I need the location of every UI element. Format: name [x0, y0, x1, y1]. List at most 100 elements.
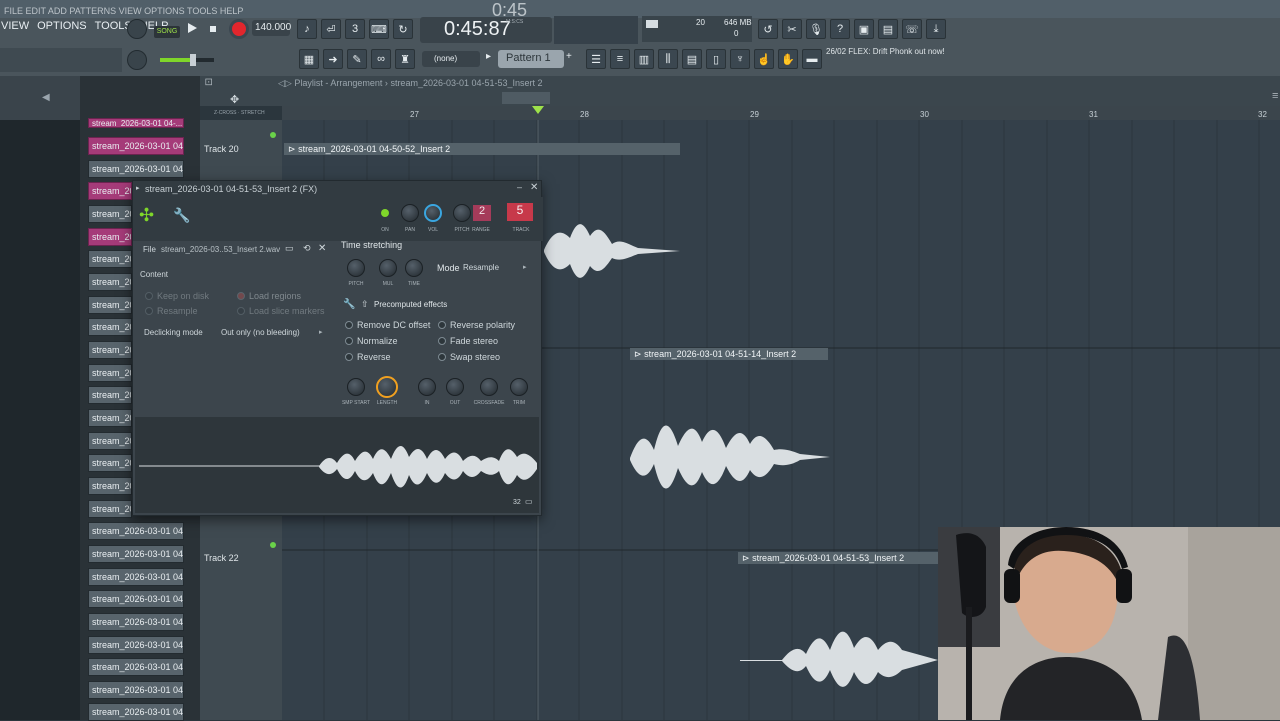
- zoom-icon[interactable]: ▭: [525, 497, 533, 506]
- picker-clip-item[interactable]: stream_202: [88, 341, 132, 359]
- play-button[interactable]: [184, 20, 200, 36]
- stamp-button[interactable]: ♜: [395, 49, 415, 69]
- normalize-radio[interactable]: Normalize: [345, 336, 398, 346]
- trim-knob[interactable]: [510, 378, 528, 396]
- zoom-move-icon[interactable]: ✥: [230, 93, 239, 106]
- waveform-preview[interactable]: 32 ▭: [135, 417, 539, 513]
- pan-knob[interactable]: [401, 204, 419, 222]
- stop-button[interactable]: [206, 22, 220, 36]
- clip-header-1[interactable]: ⊳ stream_2026-03-01 04-50-52_Insert 2: [284, 143, 680, 155]
- tempo-display[interactable]: 140.000: [252, 20, 291, 36]
- record-button[interactable]: [229, 19, 249, 39]
- download-button[interactable]: ⤓: [926, 19, 946, 39]
- picker-clip-item[interactable]: stream_202: [88, 182, 132, 200]
- picker-clip-item[interactable]: stream_202: [88, 205, 132, 223]
- fade-stereo-radio[interactable]: Fade stereo: [438, 336, 498, 346]
- picker-clip-item[interactable]: stream_202: [88, 386, 132, 404]
- mixer-view-button[interactable]: ⫼: [658, 49, 678, 69]
- picker-clip-item[interactable]: stream_202: [88, 500, 132, 518]
- picker-clip-item[interactable]: stream_202: [88, 477, 132, 495]
- waveform-tab-icon[interactable]: ✣: [139, 205, 154, 226]
- piano-roll-button[interactable]: ≡: [610, 49, 630, 69]
- track-22-label[interactable]: Track 22: [204, 553, 239, 563]
- channel-rack-button[interactable]: ▥: [634, 49, 654, 69]
- song-position-slider[interactable]: [554, 16, 638, 44]
- timeline-ruler[interactable]: 27 28 29 30 31 32: [282, 106, 1280, 120]
- ts-time-knob[interactable]: [405, 259, 423, 277]
- picker-clip-item[interactable]: stream_202: [88, 318, 132, 336]
- master-volume-handle[interactable]: [190, 54, 196, 66]
- clip-header-2[interactable]: ⊳ stream_2026-03-01 04-51-14_Insert 2: [630, 348, 828, 360]
- track-display[interactable]: 5: [507, 203, 533, 221]
- crossfade-knob[interactable]: [480, 378, 498, 396]
- fx-title-bar[interactable]: ▸ stream_2026-03-01 04-51-53_Insert 2 (F…: [133, 181, 541, 197]
- picker-clip-item[interactable]: stream_202: [88, 432, 132, 450]
- wrench-tab-icon[interactable]: 🔧: [173, 207, 190, 224]
- picker-clip-item[interactable]: stream_2026-03-01 04-...: [88, 137, 184, 155]
- news-panel[interactable]: 26/02 FLEX: Drift Phonk out now!: [826, 47, 946, 71]
- picker-clip-item[interactable]: stream_202: [88, 250, 132, 268]
- pattern-prev-arrow[interactable]: ▸: [486, 51, 496, 67]
- cut-button[interactable]: ✂: [782, 19, 802, 39]
- swap-stereo-radio[interactable]: Swap stereo: [438, 352, 500, 362]
- load-slice-markers-radio[interactable]: Load slice markers: [237, 306, 325, 316]
- step-button[interactable]: ➜: [323, 49, 343, 69]
- file-close-icon[interactable]: ✕: [318, 243, 326, 254]
- picker-clip-item[interactable]: stream_202: [88, 364, 132, 382]
- picker-clip-item[interactable]: stream_202: [88, 454, 132, 472]
- reload-icon[interactable]: ⟲: [303, 243, 311, 254]
- link-button[interactable]: ∞: [371, 49, 391, 69]
- project-button[interactable]: ▬: [802, 49, 822, 69]
- picker-clip-item[interactable]: stream_2026-03-01 04-...: [88, 681, 184, 699]
- reverse-polarity-radio[interactable]: Reverse polarity: [438, 320, 515, 330]
- save-button[interactable]: ▣: [854, 19, 874, 39]
- keep-on-disk-radio[interactable]: Keep on disk: [145, 291, 209, 301]
- plugin-db-button[interactable]: ▯: [706, 49, 726, 69]
- clip-header-3[interactable]: ⊳ stream_2026-03-01 04-51-53_Insert 2: [738, 552, 938, 564]
- plugin-picker-button[interactable]: ♆: [730, 49, 750, 69]
- master-volume-slider[interactable]: [160, 54, 214, 66]
- countdown-button[interactable]: 3: [345, 19, 365, 39]
- touch-keyboard-button[interactable]: ✋: [778, 49, 798, 69]
- mode-arrow-icon[interactable]: ▸: [523, 263, 527, 271]
- pattern-selector[interactable]: Pattern 1: [498, 50, 564, 68]
- declicking-arrow-icon[interactable]: ▸: [319, 328, 323, 336]
- picker-clip-item[interactable]: stream_2026-03-01 04-...: [88, 658, 184, 676]
- playlist-scrollbar[interactable]: [502, 92, 550, 104]
- precomputed-arrow-icon[interactable]: ⇧: [361, 299, 369, 310]
- length-knob[interactable]: [376, 376, 398, 398]
- declicking-selector[interactable]: Out only (no bleeding): [221, 328, 300, 337]
- picker-clip-item[interactable]: stream_202: [88, 409, 132, 427]
- menu-options[interactable]: OPTIONS: [36, 20, 88, 38]
- resample-radio[interactable]: Resample: [145, 306, 198, 316]
- playlist-breadcrumb[interactable]: ◁▷ Playlist - Arrangement › stream_2026-…: [278, 78, 543, 89]
- picker-clip-item[interactable]: stream_2026-03-01 04-...: [88, 636, 184, 654]
- track-20-label[interactable]: Track 20: [204, 144, 239, 154]
- picker-clip-item[interactable]: stream_202: [88, 228, 132, 246]
- remove-dc-offset-radio[interactable]: Remove DC offset: [345, 320, 430, 330]
- channel-on-led[interactable]: [381, 209, 389, 217]
- playhead-marker-icon[interactable]: [532, 106, 544, 116]
- time-display[interactable]: 0:45:87 M:S:CS: [420, 17, 552, 43]
- menu-view[interactable]: VIEW: [0, 20, 30, 38]
- zoom-value[interactable]: 32: [513, 499, 521, 506]
- picker-clip-item[interactable]: stream_2026-03-01 04-...: [88, 613, 184, 631]
- picker-clip-top[interactable]: stream_2026-03-01 04-...: [88, 118, 184, 128]
- metronome-button[interactable]: ♪: [297, 19, 317, 39]
- pattern-add-button[interactable]: +: [566, 51, 578, 67]
- browser-arrow-icon[interactable]: ◀: [42, 92, 50, 103]
- playlist-button[interactable]: ☰: [586, 49, 606, 69]
- loop-record-button[interactable]: ↻: [393, 19, 413, 39]
- step-edit-button[interactable]: ⌨: [369, 19, 389, 39]
- close-icon[interactable]: ✕: [530, 182, 538, 193]
- picker-clip-item[interactable]: stream_2026-03-01 04-...: [88, 545, 184, 563]
- snap-button[interactable]: ▦: [299, 49, 319, 69]
- hamburger-icon[interactable]: ≡: [1272, 90, 1278, 102]
- mic-button[interactable]: 🎙: [806, 19, 826, 39]
- tempo-tapper-button[interactable]: ☝: [754, 49, 774, 69]
- channel-settings-window[interactable]: ▸ stream_2026-03-01 04-51-53_Insert 2 (F…: [132, 180, 543, 516]
- help-button[interactable]: ?: [830, 19, 850, 39]
- snap-selector[interactable]: (none): [422, 51, 480, 67]
- sample-start-knob[interactable]: [347, 378, 365, 396]
- load-regions-radio[interactable]: Load regions: [237, 291, 301, 301]
